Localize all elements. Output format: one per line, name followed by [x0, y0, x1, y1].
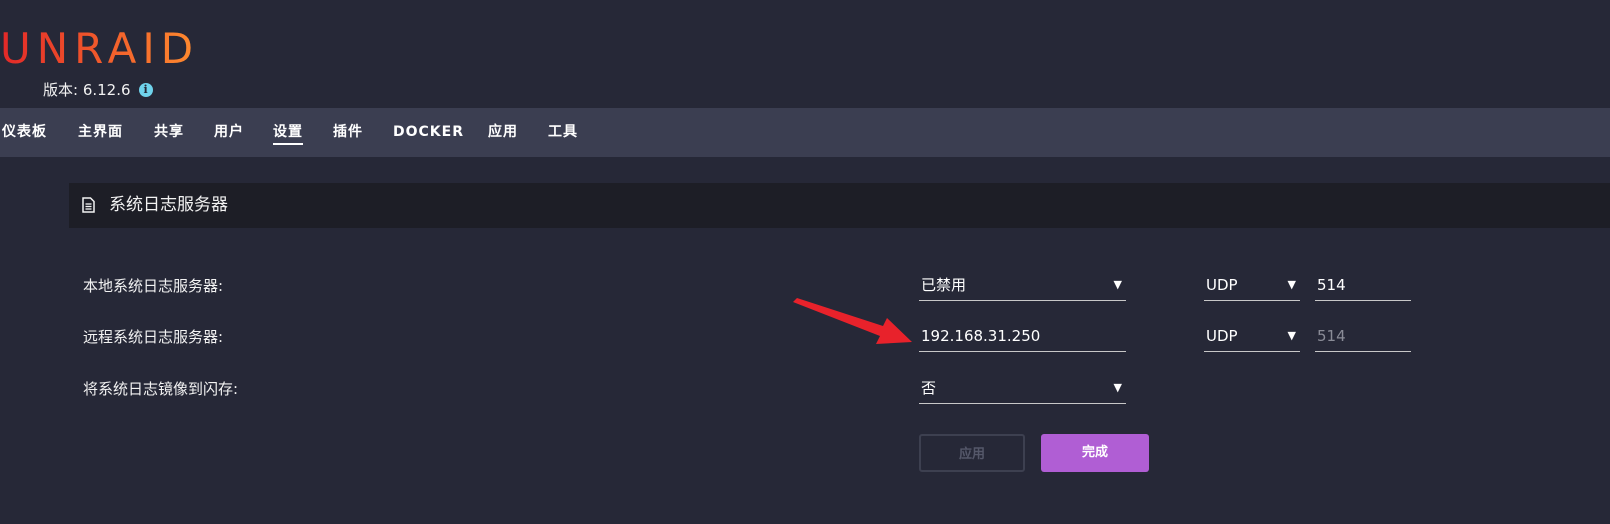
nav-item-main[interactable]: 主界面 — [78, 108, 123, 157]
remote-syslog-input[interactable]: 192.168.31.250 — [919, 321, 1126, 352]
local-syslog-label: 本地系统日志服务器: — [83, 277, 224, 295]
annotation-arrow-icon — [793, 298, 912, 344]
dropdown-arrow-icon: ▼ — [1287, 329, 1296, 342]
panel-title-bar: 系统日志服务器 — [69, 183, 1610, 228]
dropdown-arrow-icon: ▼ — [1287, 278, 1296, 291]
apply-button[interactable]: 应用 — [919, 434, 1025, 472]
header: UNRAID 版本: 6.12.6 i — [0, 0, 1610, 108]
local-port-value: 514 — [1317, 276, 1346, 294]
local-protocol-value: UDP — [1206, 276, 1238, 294]
local-protocol-select[interactable]: UDP ▼ — [1204, 270, 1300, 301]
document-icon — [82, 197, 95, 213]
remote-syslog-label: 远程系统日志服务器: — [83, 328, 224, 346]
remote-port-placeholder: 514 — [1317, 327, 1346, 345]
main-nav: 仪表板 主界面 共享 用户 设置 插件 DOCKER 应用 工具 — [0, 108, 1610, 157]
local-syslog-select[interactable]: 已禁用 ▼ — [919, 270, 1126, 301]
remote-protocol-select[interactable]: UDP ▼ — [1204, 321, 1300, 352]
remote-port-input[interactable]: 514 — [1315, 321, 1411, 352]
done-button[interactable]: 完成 — [1041, 434, 1149, 472]
dropdown-arrow-icon: ▼ — [1113, 278, 1122, 291]
info-icon[interactable]: i — [138, 82, 153, 97]
nav-item-settings[interactable]: 设置 — [273, 108, 303, 157]
mirror-flash-label: 将系统日志镜像到闪存: — [83, 380, 239, 398]
nav-item-dashboard[interactable]: 仪表板 — [2, 108, 47, 157]
remote-syslog-value: 192.168.31.250 — [921, 327, 1041, 345]
nav-item-users[interactable]: 用户 — [214, 108, 244, 157]
nav-item-shares[interactable]: 共享 — [154, 108, 184, 157]
dropdown-arrow-icon: ▼ — [1113, 381, 1122, 394]
nav-item-apps[interactable]: 应用 — [488, 108, 518, 157]
local-syslog-value: 已禁用 — [921, 276, 967, 294]
nav-item-plugins[interactable]: 插件 — [333, 108, 363, 157]
remote-protocol-value: UDP — [1206, 327, 1238, 345]
version-info: 版本: 6.12.6 i — [43, 79, 153, 100]
version-label: 版本: 6.12.6 — [43, 81, 131, 99]
unraid-logo[interactable]: UNRAID — [0, 26, 199, 72]
page-title: 系统日志服务器 — [109, 195, 228, 215]
nav-item-docker[interactable]: DOCKER — [393, 108, 464, 157]
local-port-input[interactable]: 514 — [1315, 270, 1411, 301]
mirror-flash-select[interactable]: 否 ▼ — [919, 373, 1126, 404]
nav-item-tools[interactable]: 工具 — [548, 108, 578, 157]
mirror-flash-value: 否 — [921, 379, 937, 397]
